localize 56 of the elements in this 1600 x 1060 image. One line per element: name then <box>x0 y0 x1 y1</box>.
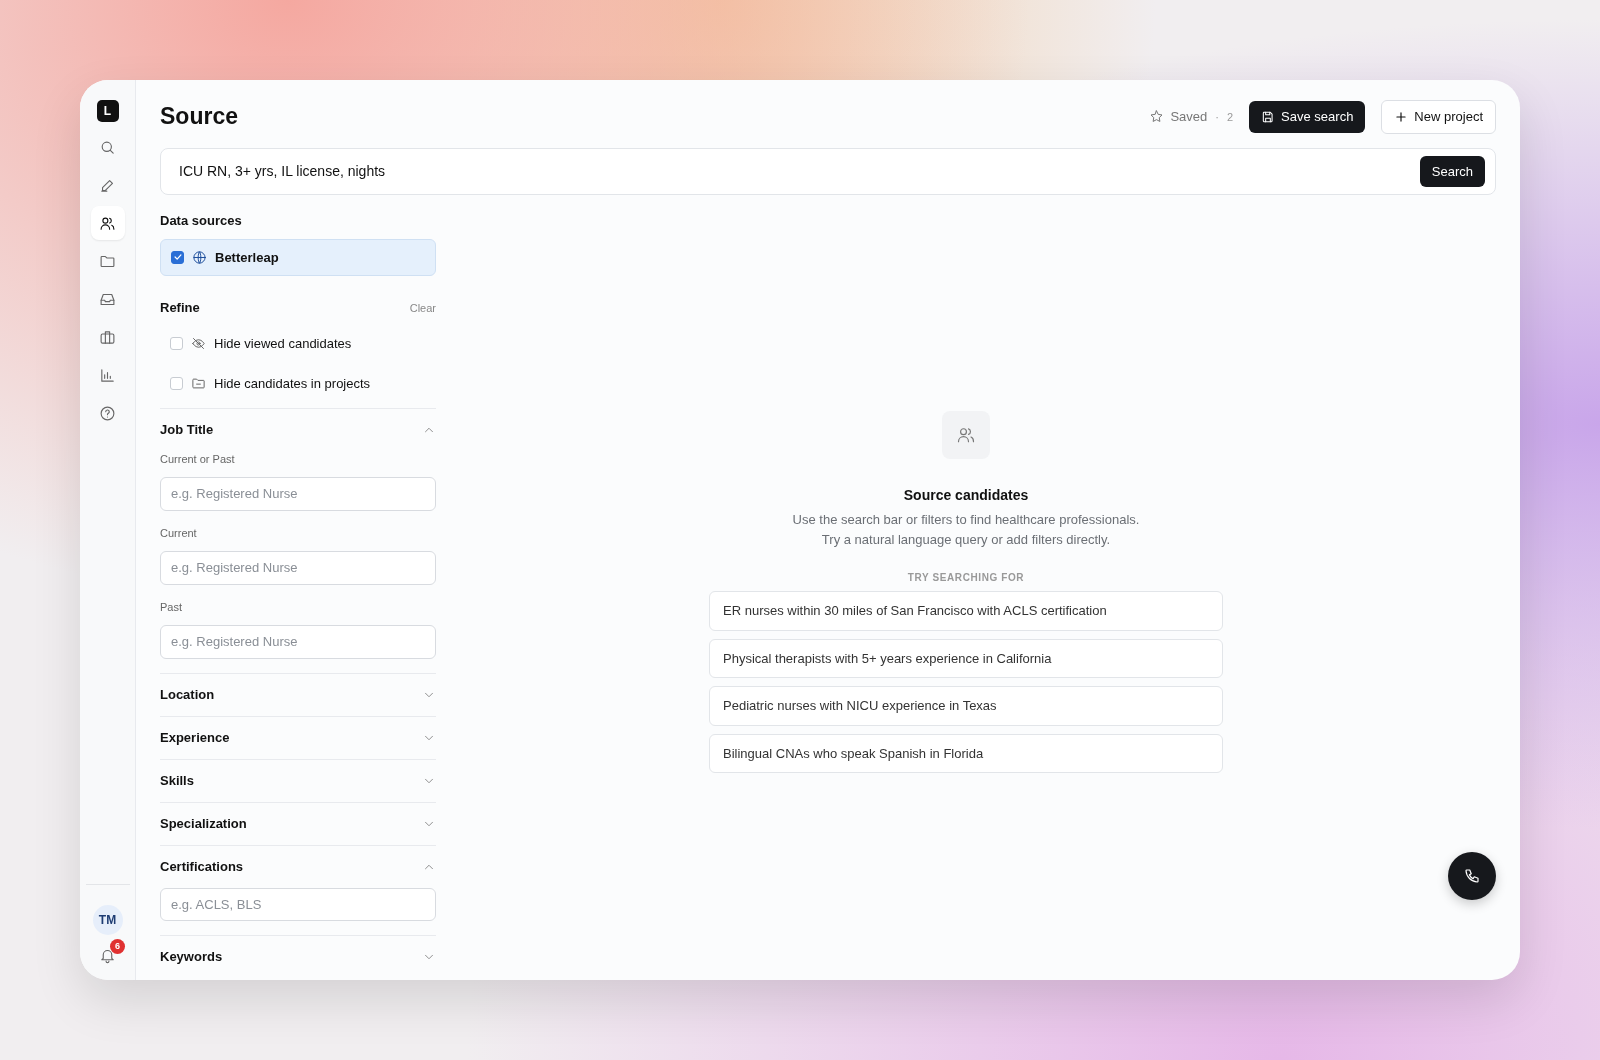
field-label: Current <box>160 525 198 541</box>
filter-header[interactable]: Location <box>160 672 436 716</box>
suggestion-item[interactable]: Pediatric nurses with NICU experience in Texas <box>709 686 1223 726</box>
input-field[interactable]: e.g. Registered Nurse <box>160 625 436 659</box>
checkbox[interactable] <box>171 250 184 264</box>
empty-state-title: Source candidates <box>903 486 1029 505</box>
field-label: Past <box>160 599 183 615</box>
briefcase-icon <box>99 328 116 346</box>
bar-chart-icon <box>99 366 116 384</box>
notification-badge: 6 <box>110 939 125 954</box>
separator-dot: · <box>1215 109 1219 125</box>
save-icon <box>1261 109 1276 124</box>
save-search-button[interactable]: Save search <box>1249 101 1366 133</box>
help-icon <box>99 404 116 422</box>
call-button[interactable] <box>1448 852 1496 900</box>
user-avatar[interactable]: TM <box>92 905 123 935</box>
saved-link[interactable]: Saved <box>1149 107 1208 127</box>
suggestion-item[interactable]: Bilingual CNAs who speak Spanish in Florida <box>709 733 1223 773</box>
field-label: Current or Past <box>160 451 236 467</box>
folder-icon <box>191 376 206 391</box>
search-button[interactable]: Search <box>1419 155 1485 187</box>
suggestion-item[interactable]: Physical therapists with 5+ years experience in California <box>709 638 1223 678</box>
saved-count: 2 <box>1226 109 1234 125</box>
people-icon <box>956 425 976 445</box>
section-title: Data sources <box>160 212 243 230</box>
data-source-label: Betterleap <box>215 248 279 267</box>
data-source-item[interactable]: Betterleap <box>160 238 436 276</box>
empty-state-text: Try a natural language query or add filters directly. <box>820 531 1112 549</box>
phone-icon <box>1463 867 1481 885</box>
input-field[interactable]: e.g. Registered Nurse <box>160 551 436 585</box>
suggestions-heading: TRY SEARCHING FOR <box>907 571 1025 585</box>
filter-header[interactable]: Experience <box>160 715 436 759</box>
filter-header[interactable]: Certifications <box>160 844 436 888</box>
filter-header[interactable]: Keywords <box>160 935 436 978</box>
plus-icon <box>1394 109 1409 124</box>
globe-icon <box>192 249 207 265</box>
empty-state-text: Use the search bar or filters to find healthcare professionals. <box>792 511 1140 529</box>
option-label: Hide candidates in projects <box>214 374 371 393</box>
filter-header[interactable]: Job Title <box>160 407 436 451</box>
suggestion-item[interactable]: ER nurses within 30 miles of San Francisco with ACLS certification <box>709 591 1223 631</box>
bell-icon <box>99 947 116 964</box>
option-label: Hide viewed candidates <box>214 334 352 353</box>
input-field[interactable]: e.g. Registered Nurse <box>160 477 436 511</box>
filter-header[interactable]: Specialization <box>160 801 436 845</box>
check-icon <box>172 252 183 263</box>
clear-link[interactable]: Clear <box>409 299 436 316</box>
search-bar[interactable]: ICU RN, 3+ yrs, IL license, nights Search <box>160 147 1496 195</box>
eye-slash-icon <box>191 336 206 351</box>
logo[interactable]: L <box>96 100 119 122</box>
section-title: Refine <box>160 299 200 317</box>
people-nav-button[interactable] <box>90 206 125 240</box>
star-icon <box>1149 109 1165 125</box>
filter-header[interactable]: Skills <box>160 758 436 802</box>
new-project-button[interactable]: New project <box>1381 100 1496 134</box>
input-field[interactable]: e.g. ACLS, BLS <box>160 887 436 921</box>
page-title: Source <box>160 102 238 131</box>
